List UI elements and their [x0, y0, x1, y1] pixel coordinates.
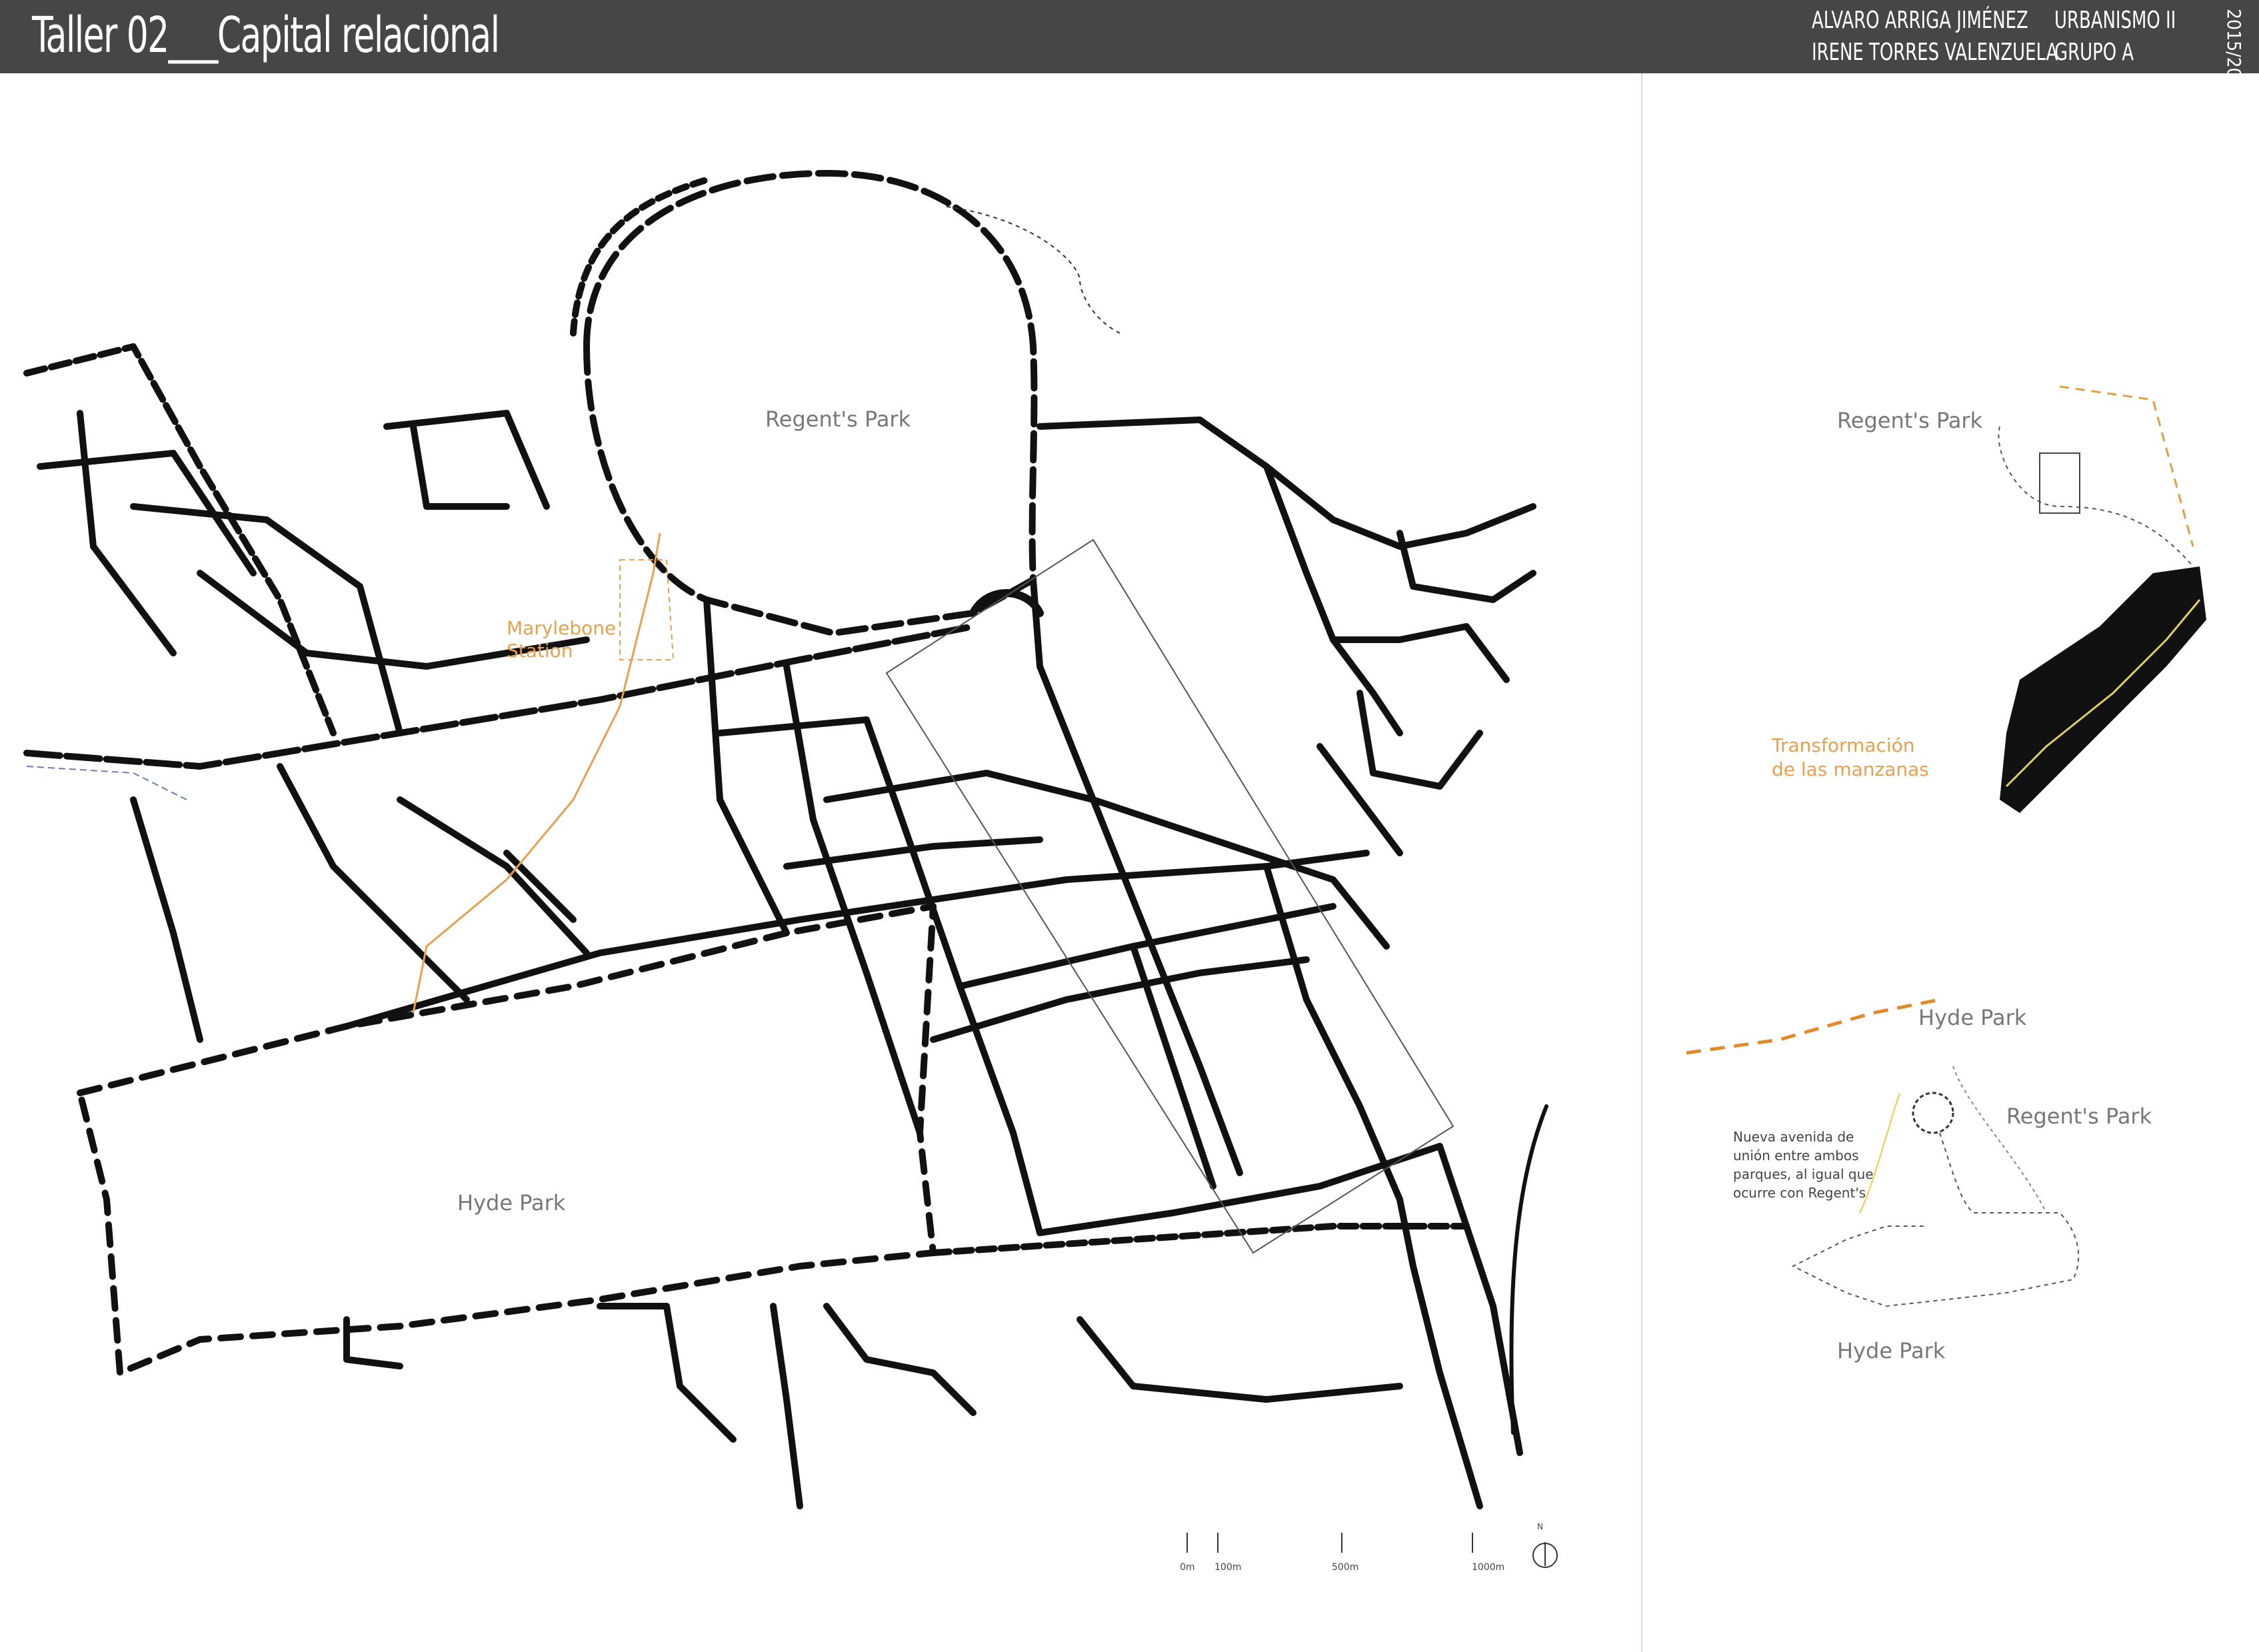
- side-regents-park-label-2: Regent's Park: [2006, 1104, 2152, 1129]
- transformation-note-line-1: Transformación: [1772, 734, 1915, 756]
- transformation-note-line-2: de las manzanas: [1772, 758, 1929, 780]
- hyde-park-outline: [77, 903, 937, 1376]
- new-avenue-note-line: Nueva avenida de: [1733, 1129, 1854, 1145]
- new-avenue-note: Nueva avenida de unión entre ambos parqu…: [1733, 1128, 1874, 1202]
- new-avenue-note-line: unión entre ambos: [1733, 1148, 1859, 1164]
- north-label: N: [1537, 1522, 1543, 1531]
- regents-park-circle-icon: [1912, 1092, 1954, 1134]
- marylebone-label: Marylebone: [507, 617, 617, 639]
- new-avenue-note-line: ocurre con Regent's: [1733, 1185, 1866, 1201]
- regents-park-label: Regent's Park: [765, 407, 911, 432]
- new-avenue-note-line: parques, al igual que: [1733, 1166, 1874, 1182]
- side-hyde-park-label-2: Hyde Park: [1837, 1338, 1946, 1363]
- scale-label-0: 0m: [1180, 1562, 1195, 1573]
- marylebone-route: [412, 532, 661, 1014]
- hyde-park-label: Hyde Park: [457, 1190, 566, 1216]
- regents-park-outline: [583, 170, 1038, 636]
- side-hyde-park-label: Hyde Park: [1918, 1005, 2027, 1030]
- side-regents-park-label: Regent's Park: [1837, 408, 1983, 433]
- scale-label-1000: 1000m: [1472, 1562, 1505, 1573]
- station-label: Station: [507, 640, 573, 662]
- side-diagrams: [1686, 385, 2206, 1307]
- scale-label-100: 100m: [1214, 1562, 1242, 1573]
- north-arrow-icon: [1532, 1542, 1558, 1568]
- transformed-blocks: [2000, 566, 2206, 813]
- scale-label-500: 500m: [1332, 1562, 1359, 1573]
